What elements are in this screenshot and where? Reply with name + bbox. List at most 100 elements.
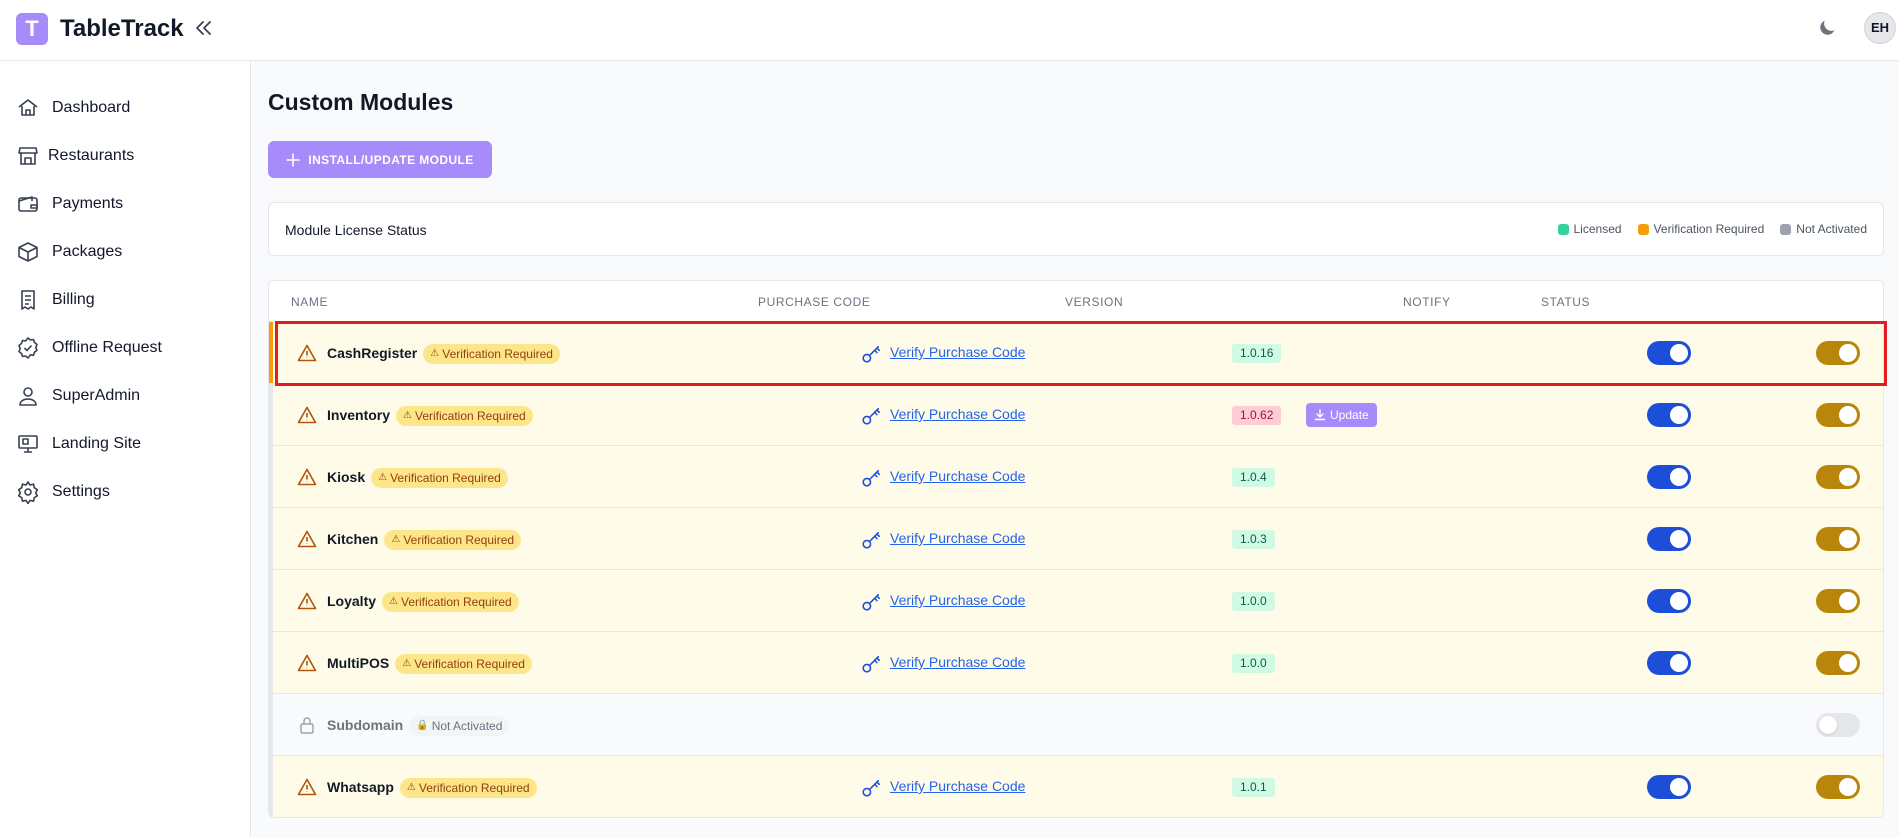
module-name-cell: Inventory ⚠ Verification Required xyxy=(327,406,533,427)
toggle-knob xyxy=(1839,406,1857,424)
toggle-knob xyxy=(1670,468,1688,486)
notify-toggle[interactable] xyxy=(1647,651,1691,675)
check-badge-icon xyxy=(18,337,38,359)
license-legend: Licensed Verification Required Not Activ… xyxy=(1557,222,1867,236)
store-icon xyxy=(18,147,38,165)
key-icon xyxy=(860,467,882,489)
verify-purchase-code-link[interactable]: Verify Purchase Code xyxy=(890,591,1025,609)
notify-toggle[interactable] xyxy=(1647,341,1691,365)
verify-purchase-code-link[interactable]: Verify Purchase Code xyxy=(890,343,1025,361)
wallet-icon xyxy=(18,196,38,212)
badge-label: Verification Required xyxy=(414,657,525,672)
badge-label: Verification Required xyxy=(418,781,530,796)
license-status-card: Module License Status Licensed Verificat… xyxy=(268,202,1884,256)
license-status-title: Module License Status xyxy=(285,222,427,238)
row-status-bar xyxy=(269,384,273,445)
toggle-knob xyxy=(1839,592,1857,610)
toggle-knob xyxy=(1819,716,1837,734)
notify-toggle[interactable] xyxy=(1647,403,1691,427)
status-toggle[interactable] xyxy=(1816,589,1860,613)
update-button[interactable]: Update xyxy=(1306,403,1377,427)
module-name: Loyalty xyxy=(327,593,377,609)
status-toggle[interactable] xyxy=(1816,651,1860,675)
sidebar-item-restaurants[interactable]: Restaurants xyxy=(0,136,251,176)
gear-icon xyxy=(17,481,39,504)
status-toggle[interactable] xyxy=(1816,465,1860,489)
badge-label: Verification Required xyxy=(442,347,553,362)
sidebar-item-billing[interactable]: Billing xyxy=(0,280,251,320)
version-badge: 1.0.62 xyxy=(1232,406,1282,425)
module-name: Kitchen xyxy=(327,531,379,547)
toggle-knob xyxy=(1839,468,1857,486)
legend-dot xyxy=(1637,223,1649,235)
notify-toggle[interactable] xyxy=(1647,775,1691,799)
warning-icon xyxy=(297,467,317,487)
warning-icon: ⚠ xyxy=(378,472,388,484)
install-button-label: INSTALL/UPDATE MODULE xyxy=(308,152,474,167)
status-toggle[interactable] xyxy=(1816,775,1860,799)
status-toggle[interactable] xyxy=(1816,713,1860,737)
status-toggle[interactable] xyxy=(1816,403,1860,427)
table-row: CashRegister ⚠ Verification Required Verify… xyxy=(269,321,1883,383)
update-button-label: Update xyxy=(1330,408,1369,422)
sidebar-item-payments[interactable]: Payments xyxy=(0,184,251,224)
key-icon xyxy=(860,405,882,427)
verify-purchase-code-link[interactable]: Verify Purchase Code xyxy=(890,405,1025,423)
sidebar-item-settings[interactable]: Settings xyxy=(0,472,251,512)
not-activated-badge: 🔒 Not Activated xyxy=(409,716,510,737)
verify-purchase-code-link[interactable]: Verify Purchase Code xyxy=(890,777,1025,795)
warning-icon: ⚠ xyxy=(406,782,416,794)
verification-required-badge: ⚠ Verification Required xyxy=(384,530,522,551)
row-status-bar xyxy=(269,756,273,817)
sidebar-item-landing-site[interactable]: Landing Site xyxy=(0,424,251,464)
table-row: Inventory ⚠ Verification Required Verify Pu… xyxy=(269,383,1883,445)
table-row: Loyalty ⚠ Verification Required Verify Purc… xyxy=(269,569,1883,631)
notify-toggle[interactable] xyxy=(1647,589,1691,613)
verify-purchase-code-link[interactable]: Verify Purchase Code xyxy=(890,529,1025,547)
notify-toggle[interactable] xyxy=(1647,527,1691,551)
sidebar-item-offline-request[interactable]: Offline Request xyxy=(0,328,251,368)
module-name-cell: CashRegister ⚠ Verification Required xyxy=(327,344,560,365)
module-name: Subdomain xyxy=(327,717,404,733)
column-header-status: STATUS xyxy=(1541,295,1591,309)
row-status-bar xyxy=(269,632,273,693)
module-name: Inventory xyxy=(327,407,391,423)
verify-purchase-code-link[interactable]: Verify Purchase Code xyxy=(890,467,1025,485)
sidebar-item-packages[interactable]: Packages xyxy=(0,232,251,272)
toggle-knob xyxy=(1670,406,1688,424)
toggle-knob xyxy=(1670,778,1688,796)
table-row: Kitchen ⚠ Verification Required Verify Purc… xyxy=(269,507,1883,569)
row-status-bar xyxy=(269,508,273,569)
toggle-knob xyxy=(1670,530,1688,548)
sidebar-item-label: Packages xyxy=(52,243,123,260)
sidebar-item-label: Billing xyxy=(52,291,95,308)
warning-icon: ⚠ xyxy=(389,596,398,608)
app-logo: T xyxy=(16,13,48,45)
verify-purchase-code-link[interactable]: Verify Purchase Code xyxy=(890,653,1025,671)
version-badge: 1.0.0 xyxy=(1232,654,1275,673)
notify-toggle[interactable] xyxy=(1647,465,1691,489)
toggle-knob xyxy=(1670,344,1688,362)
warning-icon xyxy=(297,777,317,797)
key-icon xyxy=(860,653,882,675)
sidebar-item-label: SuperAdmin xyxy=(52,387,141,404)
moon-icon[interactable] xyxy=(1816,17,1838,39)
download-icon xyxy=(1314,409,1326,421)
status-toggle[interactable] xyxy=(1816,341,1860,365)
status-toggle[interactable] xyxy=(1816,527,1860,551)
install-update-module-button[interactable]: INSTALL/UPDATE MODULE xyxy=(268,141,492,178)
verification-required-badge: ⚠ Verification Required xyxy=(395,654,532,675)
verification-required-badge: ⚠ Verification Required xyxy=(382,592,519,613)
avatar[interactable]: EH xyxy=(1864,12,1896,44)
monitor-icon xyxy=(18,435,38,453)
chevrons-left-icon[interactable] xyxy=(192,16,216,40)
table-row: Kiosk ⚠ Verification Required Verify Purcha… xyxy=(269,445,1883,507)
warning-icon xyxy=(297,529,317,549)
sidebar-item-superadmin[interactable]: SuperAdmin xyxy=(0,376,251,416)
lock-icon xyxy=(297,715,317,735)
plus-icon xyxy=(286,152,301,167)
table-row: Whatsapp ⚠ Verification Required Verify Pur… xyxy=(269,755,1883,817)
module-name-cell: Kiosk ⚠ Verification Required xyxy=(327,468,508,489)
warning-icon: ⚠ xyxy=(402,658,412,670)
sidebar-item-dashboard[interactable]: Dashboard xyxy=(0,88,251,128)
